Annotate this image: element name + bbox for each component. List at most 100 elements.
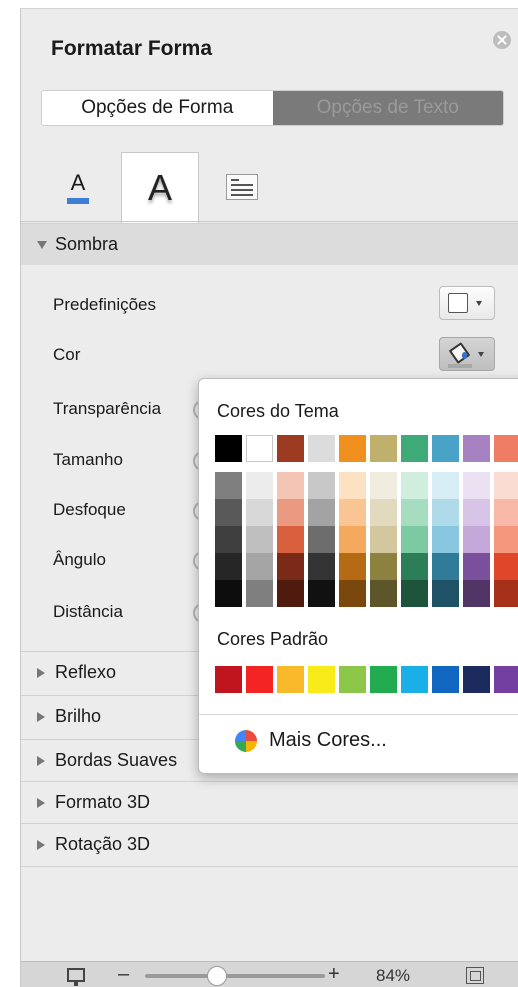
- standard-colors-row: [215, 666, 518, 693]
- color-swatch[interactable]: [432, 553, 459, 580]
- color-swatch[interactable]: [494, 553, 518, 580]
- color-swatch[interactable]: [339, 666, 366, 693]
- color-swatch[interactable]: [494, 472, 518, 499]
- color-swatch[interactable]: [246, 666, 273, 693]
- color-swatch[interactable]: [432, 526, 459, 553]
- color-swatch[interactable]: [339, 553, 366, 580]
- fill-line-tab[interactable]: A: [43, 152, 113, 222]
- color-swatch[interactable]: [463, 580, 490, 607]
- color-swatch[interactable]: [339, 472, 366, 499]
- color-swatch[interactable]: [370, 666, 397, 693]
- more-colors-button[interactable]: Mais Cores...: [235, 729, 387, 752]
- color-swatch[interactable]: [277, 499, 304, 526]
- color-swatch[interactable]: [432, 666, 459, 693]
- fit-to-window-icon[interactable]: [466, 967, 484, 984]
- effects-tab[interactable]: A: [121, 152, 199, 223]
- color-swatch[interactable]: [308, 435, 335, 462]
- color-swatch[interactable]: [494, 526, 518, 553]
- section-3d-format-header[interactable]: Formato 3D: [21, 781, 518, 823]
- color-swatch[interactable]: [246, 553, 273, 580]
- color-swatch[interactable]: [308, 553, 335, 580]
- color-swatch[interactable]: [215, 580, 242, 607]
- color-swatch[interactable]: [370, 499, 397, 526]
- color-swatch[interactable]: [277, 553, 304, 580]
- color-swatch[interactable]: [401, 553, 428, 580]
- zoom-in-button[interactable]: +: [328, 963, 340, 986]
- shadow-color-dropdown[interactable]: [439, 337, 495, 371]
- presenter-icon[interactable]: [67, 968, 85, 986]
- zoom-slider-thumb[interactable]: [207, 966, 227, 986]
- color-swatch[interactable]: [277, 666, 304, 693]
- presets-dropdown[interactable]: [439, 286, 495, 320]
- popover-divider: [199, 714, 518, 715]
- color-swatch[interactable]: [215, 666, 242, 693]
- color-swatch[interactable]: [308, 580, 335, 607]
- disclosure-down-icon: [37, 240, 47, 249]
- zoom-slider-track[interactable]: [145, 974, 325, 978]
- color-swatch[interactable]: [401, 499, 428, 526]
- color-swatch[interactable]: [370, 526, 397, 553]
- color-swatch[interactable]: [463, 526, 490, 553]
- color-swatch[interactable]: [494, 435, 518, 462]
- color-swatch[interactable]: [246, 435, 273, 462]
- color-swatch[interactable]: [401, 472, 428, 499]
- color-swatch[interactable]: [246, 472, 273, 499]
- color-swatch[interactable]: [277, 472, 304, 499]
- color-swatch[interactable]: [370, 435, 397, 462]
- color-swatch[interactable]: [215, 435, 242, 462]
- color-swatch[interactable]: [339, 526, 366, 553]
- color-swatch[interactable]: [463, 435, 490, 462]
- color-swatch[interactable]: [401, 666, 428, 693]
- distance-label: Distância: [53, 602, 123, 621]
- color-swatch[interactable]: [277, 435, 304, 462]
- color-swatch[interactable]: [432, 580, 459, 607]
- color-swatch[interactable]: [463, 499, 490, 526]
- paint-bucket-icon: [448, 343, 470, 365]
- section-3d-rotation-header[interactable]: Rotação 3D: [21, 823, 518, 865]
- color-swatch[interactable]: [215, 472, 242, 499]
- color-swatch[interactable]: [432, 435, 459, 462]
- color-swatch[interactable]: [339, 499, 366, 526]
- color-wheel-icon: [235, 729, 257, 752]
- color-swatch[interactable]: [432, 499, 459, 526]
- color-swatch[interactable]: [463, 472, 490, 499]
- color-swatch[interactable]: [246, 526, 273, 553]
- zoom-percent[interactable]: 84%: [376, 966, 410, 986]
- color-swatch[interactable]: [246, 580, 273, 607]
- color-swatch[interactable]: [215, 526, 242, 553]
- disclosure-right-icon: [37, 667, 45, 678]
- color-swatch[interactable]: [215, 553, 242, 580]
- theme-colors-shades: [215, 472, 518, 607]
- color-swatch[interactable]: [432, 472, 459, 499]
- layout-properties-tab[interactable]: [207, 152, 277, 222]
- disclosure-right-icon: [37, 755, 45, 766]
- color-swatch[interactable]: [494, 499, 518, 526]
- color-swatch[interactable]: [370, 472, 397, 499]
- color-swatch[interactable]: [494, 580, 518, 607]
- color-swatch[interactable]: [401, 435, 428, 462]
- color-swatch[interactable]: [463, 666, 490, 693]
- color-swatch[interactable]: [246, 499, 273, 526]
- color-swatch[interactable]: [494, 666, 518, 693]
- color-swatch[interactable]: [308, 472, 335, 499]
- color-swatch[interactable]: [401, 526, 428, 553]
- color-swatch[interactable]: [401, 580, 428, 607]
- color-swatch[interactable]: [215, 499, 242, 526]
- pane-title: Formatar Forma: [51, 37, 213, 60]
- color-swatch[interactable]: [308, 526, 335, 553]
- color-swatch[interactable]: [370, 553, 397, 580]
- shade-column: [494, 472, 518, 607]
- color-swatch[interactable]: [463, 553, 490, 580]
- color-swatch[interactable]: [370, 580, 397, 607]
- shape-options-tab[interactable]: Opções de Forma: [42, 91, 273, 125]
- color-swatch[interactable]: [339, 580, 366, 607]
- section-shadow-header[interactable]: Sombra: [21, 223, 518, 265]
- color-swatch[interactable]: [277, 580, 304, 607]
- color-swatch[interactable]: [308, 666, 335, 693]
- zoom-out-button[interactable]: –: [118, 963, 129, 986]
- text-options-tab[interactable]: Opções de Texto: [272, 91, 503, 125]
- color-swatch[interactable]: [277, 526, 304, 553]
- color-swatch[interactable]: [308, 499, 335, 526]
- close-icon[interactable]: [493, 31, 511, 49]
- color-swatch[interactable]: [339, 435, 366, 462]
